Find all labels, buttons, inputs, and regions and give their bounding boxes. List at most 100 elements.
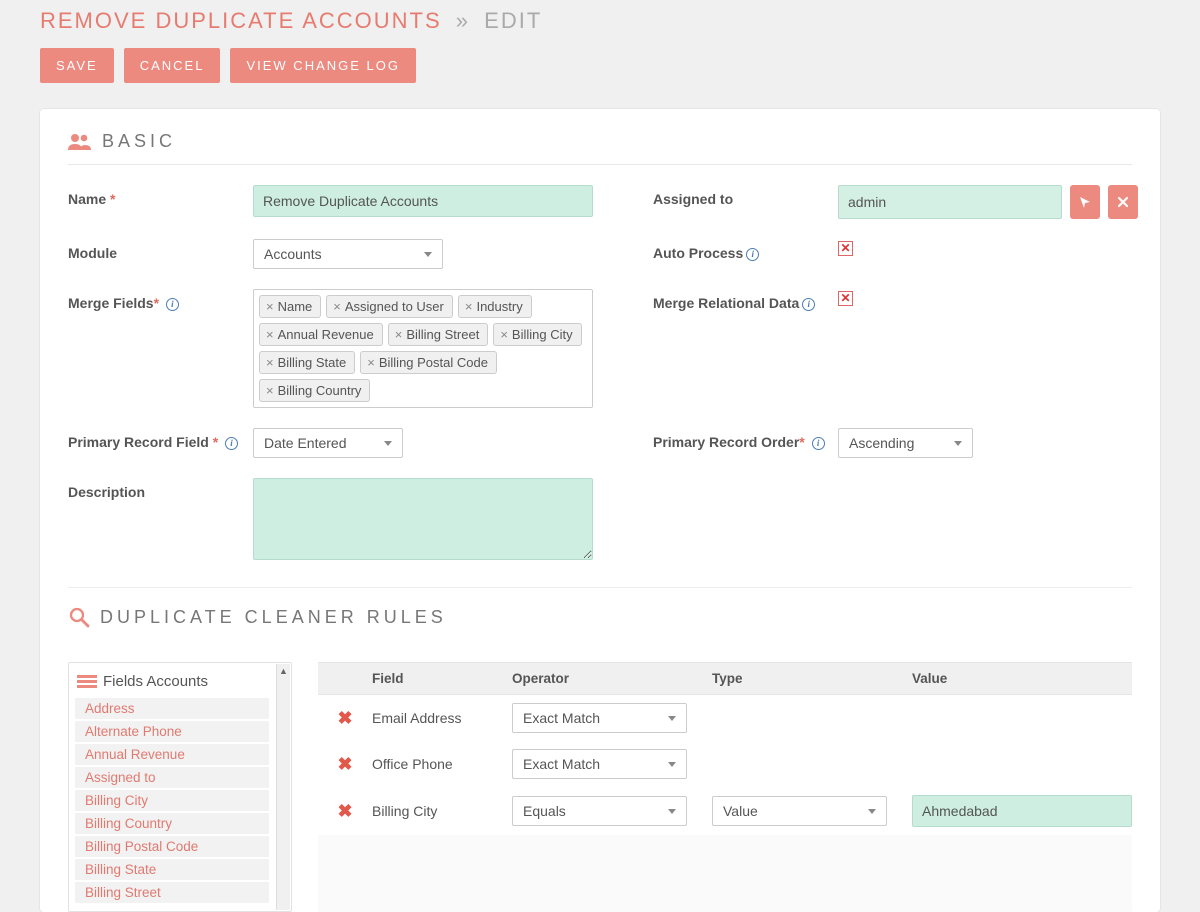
info-icon[interactable]: i	[802, 298, 815, 311]
field-item[interactable]: Assigned to	[75, 767, 269, 788]
rule-row: ✖Email AddressExact Match	[318, 695, 1132, 741]
label-description: Description	[68, 478, 253, 563]
merge-relational-checkbox[interactable]: ✕	[838, 291, 853, 306]
tag-remove-icon[interactable]: ×	[465, 300, 473, 313]
breadcrumb: REMOVE DUPLICATE ACCOUNTS » EDIT	[40, 0, 1160, 48]
rule-operator-select[interactable]: Exact Match	[512, 749, 687, 779]
field-item[interactable]: Billing Postal Code	[75, 836, 269, 857]
section-basic-header: BASIC	[68, 125, 1132, 165]
save-button[interactable]: SAVE	[40, 48, 114, 83]
scrollbar[interactable]: ▲	[276, 664, 290, 910]
field-item[interactable]: Billing Country	[75, 813, 269, 834]
breadcrumb-main[interactable]: REMOVE DUPLICATE ACCOUNTS	[40, 8, 442, 33]
tag-remove-icon[interactable]: ×	[266, 356, 274, 369]
col-value: Value	[912, 671, 1132, 686]
assigned-to-input[interactable]	[838, 185, 1062, 219]
assigned-to-clear-button[interactable]	[1108, 185, 1138, 219]
rule-row: ✖Office PhoneExact Match	[318, 741, 1132, 787]
fields-list: AddressAlternate PhoneAnnual RevenueAssi…	[75, 698, 287, 903]
field-item[interactable]: Address	[75, 698, 269, 719]
info-icon[interactable]: i	[812, 437, 825, 450]
col-operator: Operator	[512, 671, 712, 686]
primary-record-order-select[interactable]: Ascending	[838, 428, 973, 458]
delete-rule-button[interactable]: ✖	[318, 754, 372, 775]
list-icon	[77, 674, 97, 690]
label-merge-relational: Merge Relational Datai	[653, 289, 838, 408]
label-auto-process: Auto Processi	[653, 239, 838, 269]
tag-remove-icon[interactable]: ×	[266, 384, 274, 397]
tag-label: Industry	[476, 299, 522, 314]
col-type: Type	[712, 671, 912, 686]
primary-record-field-select[interactable]: Date Entered	[253, 428, 403, 458]
assigned-to-select-button[interactable]	[1070, 185, 1100, 219]
info-icon[interactable]: i	[166, 298, 179, 311]
info-icon[interactable]: i	[225, 437, 238, 450]
field-item[interactable]: Billing Street	[75, 882, 269, 903]
cursor-icon	[1078, 195, 1092, 209]
breadcrumb-tail: EDIT	[484, 8, 542, 33]
label-primary-record-field: Primary Record Field * i	[68, 428, 253, 458]
tag-label: Billing Street	[406, 327, 479, 342]
info-icon[interactable]: i	[746, 248, 759, 261]
module-select[interactable]: Accounts	[253, 239, 443, 269]
field-item[interactable]: Billing City	[75, 790, 269, 811]
tag-remove-icon[interactable]: ×	[367, 356, 375, 369]
section-rules-header: DUPLICATE CLEANER RULES	[68, 588, 1132, 640]
delete-rule-button[interactable]: ✖	[318, 801, 372, 822]
merge-fields-input[interactable]: ×Name×Assigned to User×Industry×Annual R…	[253, 289, 593, 408]
rules-table: Field Operator Type Value ✖Email Address…	[318, 662, 1132, 912]
label-merge-fields: Merge Fields* i	[68, 289, 253, 408]
field-item[interactable]: Annual Revenue	[75, 744, 269, 765]
label-primary-record-order: Primary Record Order* i	[653, 428, 838, 458]
merge-field-tag[interactable]: ×Annual Revenue	[259, 323, 383, 346]
merge-field-tag[interactable]: × Assigned to User	[326, 295, 453, 318]
rule-row: ✖Billing CityEqualsValue	[318, 787, 1132, 835]
tag-remove-icon[interactable]: ×	[333, 300, 341, 313]
merge-field-tag[interactable]: × Billing Postal Code	[360, 351, 497, 374]
section-rules-title: DUPLICATE CLEANER RULES	[100, 607, 447, 628]
basic-form: Name * Assigned to Module	[68, 185, 1132, 588]
rule-field-label: Email Address	[372, 710, 512, 726]
fields-panel: Fields Accounts AddressAlternate PhoneAn…	[68, 662, 292, 912]
label-module: Module	[68, 239, 253, 269]
section-basic-title: BASIC	[102, 131, 176, 152]
rule-operator-select[interactable]: Equals	[512, 796, 687, 826]
tag-remove-icon[interactable]: ×	[500, 328, 508, 341]
description-textarea[interactable]	[253, 478, 593, 560]
people-icon	[68, 133, 92, 151]
name-input[interactable]	[253, 185, 593, 217]
tag-remove-icon[interactable]: ×	[266, 328, 274, 341]
merge-field-tag[interactable]: × Name	[259, 295, 321, 318]
auto-process-checkbox[interactable]: ✕	[838, 241, 853, 256]
search-icon	[68, 606, 90, 628]
rule-value-input[interactable]	[912, 795, 1132, 827]
field-item[interactable]: Alternate Phone	[75, 721, 269, 742]
rule-type-select[interactable]: Value	[712, 796, 887, 826]
rule-operator-select[interactable]: Exact Match	[512, 703, 687, 733]
toolbar: SAVE CANCEL VIEW CHANGE LOG	[40, 48, 1160, 83]
tag-remove-icon[interactable]: ×	[395, 328, 403, 341]
cancel-button[interactable]: CANCEL	[124, 48, 221, 83]
delete-rule-button[interactable]: ✖	[318, 708, 372, 729]
merge-field-tag[interactable]: × Billing Country	[259, 379, 370, 402]
tag-label: Name	[278, 299, 313, 314]
rules-table-head: Field Operator Type Value	[318, 662, 1132, 695]
field-item[interactable]: Billing State	[75, 859, 269, 880]
rules-layout: Fields Accounts AddressAlternate PhoneAn…	[68, 662, 1132, 912]
tag-remove-icon[interactable]: ×	[266, 300, 274, 313]
tag-label: Billing Country	[278, 383, 362, 398]
scroll-up-icon[interactable]: ▲	[277, 664, 290, 678]
merge-field-tag[interactable]: × Billing State	[259, 351, 355, 374]
tag-label: Billing Postal Code	[379, 355, 488, 370]
tag-label: Assigned to User	[345, 299, 444, 314]
view-change-log-button[interactable]: VIEW CHANGE LOG	[230, 48, 416, 83]
merge-field-tag[interactable]: × Billing City	[493, 323, 581, 346]
breadcrumb-sep: »	[456, 8, 470, 33]
merge-field-tag[interactable]: ×Billing Street	[388, 323, 489, 346]
close-icon	[1117, 196, 1129, 208]
tag-label: Billing State	[278, 355, 347, 370]
merge-field-tag[interactable]: ×Industry	[458, 295, 532, 318]
main-panel: BASIC Name * Assigned to	[40, 109, 1160, 912]
tag-label: Billing City	[512, 327, 573, 342]
label-name: Name *	[68, 185, 253, 219]
